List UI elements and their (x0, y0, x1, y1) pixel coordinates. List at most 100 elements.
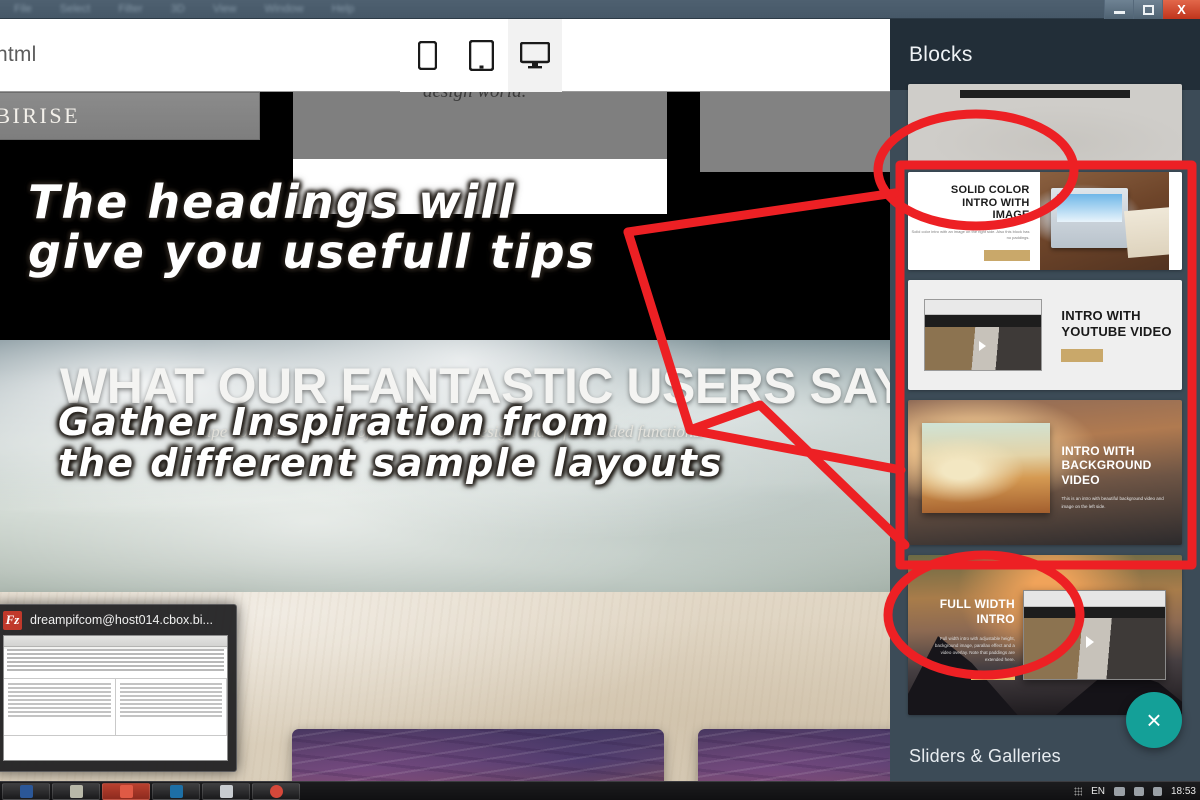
filezilla-title: dreampifcom@host014.cbox.bi... (30, 613, 213, 627)
close-button[interactable]: X (1162, 0, 1200, 19)
filezilla-file-panes (4, 679, 227, 735)
menu-item-select[interactable]: Select (46, 3, 105, 15)
block-thumb-image (1039, 172, 1182, 270)
block-thumb-text: FULL WIDTH INTRO Full width intro with a… (924, 596, 1015, 681)
filezilla-taskbar-preview[interactable]: Fz dreampifcom@host014.cbox.bi... (0, 604, 237, 772)
mobile-icon (417, 41, 437, 70)
system-tray[interactable]: EN 18:53 (1074, 786, 1196, 797)
device-mobile-button[interactable] (400, 19, 454, 92)
block-thumb-image (921, 423, 1051, 514)
blocks-panel-header: Blocks (890, 19, 1200, 90)
network-icon[interactable] (1113, 786, 1125, 796)
browser-screenshot (1024, 618, 1165, 679)
word-icon (19, 784, 33, 798)
block-thumb-scrolled[interactable] (908, 84, 1182, 162)
tablet-icon (468, 40, 494, 71)
filezilla-local-pane (4, 679, 116, 735)
browser-screenshot (925, 326, 1042, 371)
testimonial-card-right[interactable] (700, 92, 890, 172)
windows-taskbar[interactable]: EN 18:53 (0, 781, 1200, 800)
blocks-list[interactable]: SOLID COLOR INTRO WITH IMAGE Solid color… (890, 84, 1200, 775)
play-icon (978, 340, 986, 351)
window-controls: X (1104, 0, 1200, 19)
filezilla-preview-header: Fz dreampifcom@host014.cbox.bi... (0, 605, 236, 635)
block-thumb-solid-color-intro-with-image[interactable]: SOLID COLOR INTRO WITH IMAGE Solid color… (908, 172, 1182, 270)
minimize-icon (1113, 10, 1125, 14)
laptop-shape (1050, 187, 1128, 249)
menu-item-view[interactable]: View (199, 3, 251, 15)
tray-handle-icon[interactable] (1074, 786, 1083, 796)
block-thumb-text: INTRO WITH YOUTUBE VIDEO (1061, 308, 1172, 362)
filezilla-icon: Fz (3, 610, 22, 630)
block-cta-button[interactable] (983, 249, 1030, 261)
restore-button[interactable] (1133, 0, 1162, 19)
block-thumb-text: INTRO WITH BACKGROUND VIDEO This is an i… (1061, 444, 1171, 510)
device-desktop-button[interactable] (508, 19, 562, 92)
filezilla-toolbar (4, 636, 227, 647)
menu-item-file[interactable]: File (0, 3, 46, 15)
block-cta-button[interactable] (970, 671, 1015, 681)
filezilla-queue-pane (4, 735, 227, 760)
photoshop-icon (169, 784, 183, 798)
screen: File Select Filter 3D View Window Help X… (0, 0, 1200, 800)
explorer-icon (69, 784, 83, 798)
opera-icon (269, 784, 283, 798)
site-navbar[interactable]: OBIRISE (0, 92, 260, 140)
browser-site-navbar (1024, 606, 1165, 619)
close-blocks-panel-button[interactable]: × (1126, 692, 1182, 748)
menu-item-3d[interactable]: 3D (157, 3, 199, 15)
block-title: INTRO WITH YOUTUBE VIDEO (1061, 308, 1172, 339)
volume-icon[interactable] (1133, 786, 1144, 796)
clock[interactable]: 18:53 (1171, 786, 1196, 797)
blocks-panel-title: Blocks (909, 42, 973, 66)
taskbar-button-photoshop[interactable] (152, 782, 200, 800)
annotation-inspiration-tip: Gather Inspiration from the different sa… (58, 400, 724, 486)
language-indicator[interactable]: EN (1091, 786, 1105, 797)
block-description: This is an intro with beautiful backgrou… (1061, 496, 1164, 509)
app-toolbar: html (0, 19, 890, 92)
notepad-icon (219, 784, 233, 798)
device-tablet-button[interactable] (454, 19, 508, 92)
block-title: SOLID COLOR INTRO WITH IMAGE (950, 184, 1030, 222)
block-title: INTRO WITH BACKGROUND VIDEO (1061, 443, 1152, 487)
blocks-section-label[interactable]: Sliders & Galleries (909, 746, 1061, 767)
play-icon (1085, 636, 1094, 649)
block-thumb-text: SOLID COLOR INTRO WITH IMAGE Solid color… (908, 172, 1040, 270)
taskbar-button-opera[interactable] (252, 782, 300, 800)
device-preview-group (400, 19, 562, 92)
restore-icon (1142, 4, 1154, 15)
taskbar-button-notepad[interactable] (202, 782, 250, 800)
testimonial-quote-area: design world.” (293, 92, 667, 159)
menu-item-help[interactable]: Help (318, 3, 369, 15)
block-thumb-bar (960, 90, 1130, 98)
taskbar-button-explorer[interactable] (52, 782, 100, 800)
block-thumb-intro-with-youtube-video[interactable]: INTRO WITH YOUTUBE VIDEO (908, 280, 1182, 390)
block-thumb-intro-with-background-video[interactable]: INTRO WITH BACKGROUND VIDEO This is an i… (908, 400, 1182, 545)
browser-mockup (924, 298, 1043, 372)
browser-chrome-bar (925, 299, 1042, 316)
browser-mockup (1023, 590, 1166, 680)
filezilla-remote-pane (115, 679, 227, 735)
filezilla-preview-body (3, 635, 228, 761)
minimize-button[interactable] (1104, 0, 1133, 19)
menu-item-filter[interactable]: Filter (104, 3, 156, 15)
browser-site-navbar (925, 315, 1042, 327)
taskbar-button-word[interactable] (2, 782, 50, 800)
menu-item-window[interactable]: Window (250, 3, 317, 15)
block-cta-button[interactable] (1061, 348, 1104, 362)
block-thumb-full-width-intro[interactable]: FULL WIDTH INTRO Full width intro with a… (908, 555, 1182, 715)
thumb-white-edge (1169, 172, 1182, 270)
block-description: Solid color intro with an image on the r… (911, 228, 1030, 240)
block-title: FULL WIDTH INTRO (939, 596, 1015, 626)
taskbar-button-filezilla[interactable] (102, 782, 150, 800)
filezilla-log-pane (4, 649, 227, 679)
block-thumb-image (908, 98, 1182, 162)
document-title: html (0, 43, 37, 66)
filezilla-taskbar-icon (119, 784, 133, 798)
blocks-panel[interactable]: Blocks SOLID COLOR INTRO WITH IMAGE Soli… (890, 19, 1200, 781)
site-logo: OBIRISE (0, 103, 81, 128)
notification-icon[interactable] (1152, 786, 1162, 796)
desktop-icon (520, 42, 550, 69)
block-description: Full width intro with adjustable height,… (934, 635, 1015, 663)
browser-chrome-bar (1024, 591, 1165, 607)
